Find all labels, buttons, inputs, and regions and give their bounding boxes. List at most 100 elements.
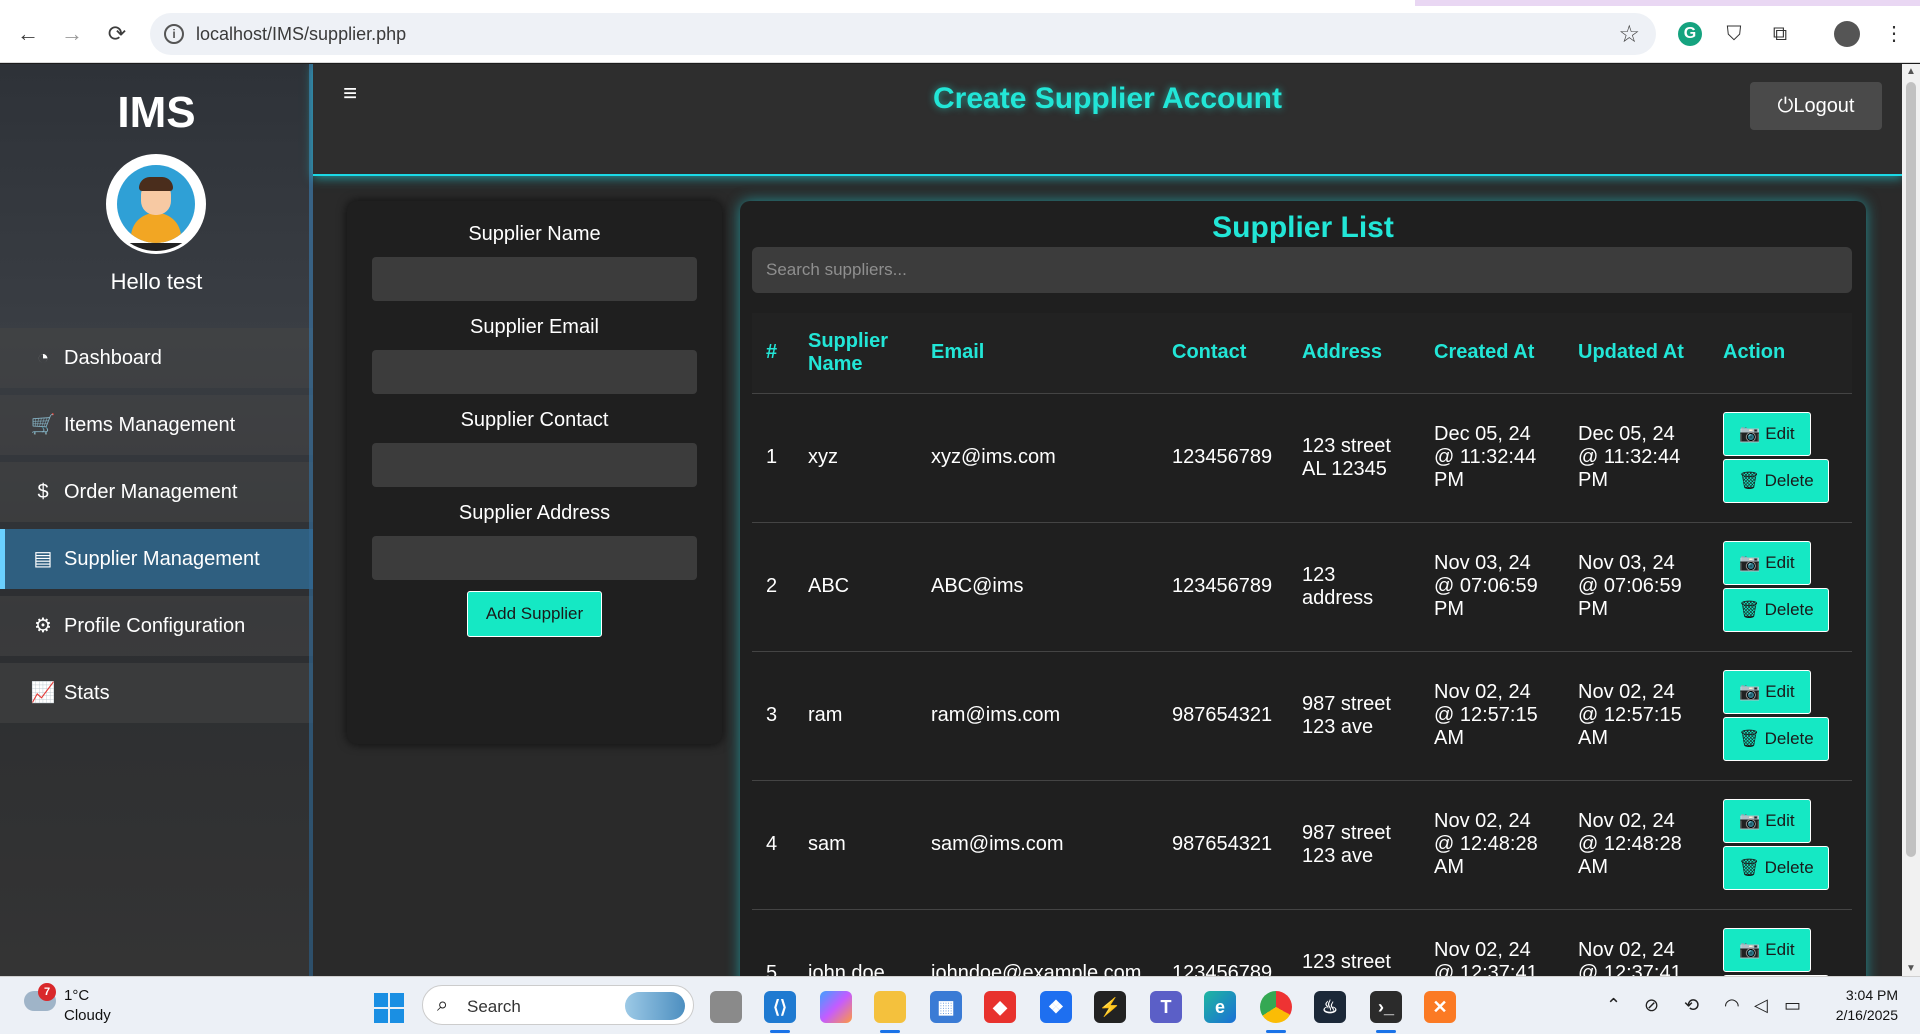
taskbar-search-label: Search — [467, 997, 521, 1016]
supplier-list-card: Supplier List # Supplier Name Email Cont… — [740, 201, 1866, 976]
delete-button[interactable]: 🗑 Delete — [1723, 846, 1829, 890]
supplier-address-input[interactable] — [372, 536, 697, 580]
wifi-icon[interactable]: ◠ — [1724, 995, 1740, 1016]
file-explorer-icon[interactable] — [874, 991, 906, 1033]
git-icon[interactable]: ◆ — [984, 991, 1016, 1023]
edit-button[interactable]: 📷 Edit — [1723, 928, 1811, 972]
battery-icon[interactable]: ▭ — [1784, 995, 1801, 1016]
brand-title: IMS — [117, 88, 196, 137]
sidebar-item-items-management[interactable]: 🛒 Items Management — [0, 395, 313, 455]
supplier-email-label: Supplier Email — [470, 316, 599, 338]
scroll-up-arrow-icon[interactable]: ▲ — [1905, 66, 1917, 77]
contact-cell: 987654321 — [1158, 780, 1288, 910]
browser-menu-icon[interactable]: ⋮ — [1880, 20, 1908, 48]
network-off-icon[interactable]: ⊘ — [1644, 995, 1659, 1016]
sidebar-item-dashboard[interactable]: ◔ Dashboard — [0, 328, 313, 388]
reload-icon[interactable]: ⟳ — [105, 22, 129, 46]
delete-button[interactable]: 🗑 Delete — [1723, 717, 1829, 761]
edit-button[interactable]: 📷 Edit — [1723, 541, 1811, 585]
add-supplier-button[interactable]: Add Supplier — [467, 591, 602, 637]
created-at-cell: Nov 02, 24 @ 12:48:28 AM — [1420, 780, 1564, 910]
volume-icon[interactable]: ◁ — [1754, 995, 1768, 1016]
action-cell: 📷 Edit 🗑 Delete — [1709, 393, 1852, 523]
teams-icon[interactable]: T — [1150, 991, 1182, 1023]
sidebar-item-order-management[interactable]: $ Order Management — [0, 462, 313, 522]
page-content: IMS Hello test ◔ Dashboard 🛒 Items Managem… — [0, 64, 1902, 976]
sync-icon[interactable]: ⟲ — [1684, 995, 1699, 1016]
terminal-icon[interactable]: ›_ — [1370, 991, 1402, 1033]
sidebar-item-label: Supplier Management — [64, 548, 260, 570]
logout-button[interactable]: ⏻Logout — [1750, 82, 1882, 130]
page-scrollbar[interactable]: ▲ ▼ — [1902, 64, 1920, 976]
steam-icon[interactable]: ♨ — [1314, 991, 1346, 1023]
sidebar-item-stats[interactable]: 📈 Stats — [0, 663, 313, 723]
edit-button[interactable]: 📷 Edit — [1723, 670, 1811, 714]
gear-icon: ⚙ — [34, 615, 52, 637]
email-cell: ram@ims.com — [917, 651, 1158, 781]
table-header-row: # Supplier Name Email Contact Address Cr… — [752, 313, 1852, 394]
contact-cell: 987654321 — [1158, 651, 1288, 781]
delete-button[interactable]: 🗑 Delete — [1723, 459, 1829, 503]
table-row: 4 sam sam@ims.com 987654321 987 street 1… — [752, 780, 1852, 910]
supplier-list-title: Supplier List — [1212, 211, 1394, 244]
taskbar-search[interactable]: ⌕ Search — [422, 985, 694, 1025]
show-hidden-icons-chevron-icon[interactable]: ⌃ — [1606, 995, 1621, 1016]
delete-button[interactable]: 🗑 Delete — [1723, 588, 1829, 632]
address-bar[interactable]: i localhost/IMS/supplier.php ☆ — [150, 13, 1656, 55]
weather-badge: 7 — [38, 983, 56, 1001]
grammarly-extension-icon[interactable]: G — [1678, 22, 1702, 46]
search-input[interactable] — [752, 247, 1852, 293]
xampp-icon[interactable]: ✕ — [1424, 991, 1456, 1023]
created-at-cell: Nov 03, 24 @ 07:06:59 PM — [1420, 522, 1564, 652]
edit-button[interactable]: 📷 Edit — [1723, 799, 1811, 843]
updated-at-cell: Nov 02, 24 @ 12:48:28 AM — [1564, 780, 1709, 910]
table-row: 3 ram ram@ims.com 987654321 987 street 1… — [752, 651, 1852, 781]
forward-icon[interactable]: → — [60, 22, 84, 46]
contact-cell: 123456789 — [1158, 522, 1288, 652]
copilot-icon[interactable] — [820, 991, 852, 1023]
site-info-icon[interactable]: i — [164, 24, 184, 44]
back-icon[interactable]: ← — [16, 22, 40, 46]
supplier-name-cell: sam — [794, 780, 917, 910]
supplier-name-input[interactable] — [372, 257, 697, 301]
profile-avatar-icon[interactable] — [1834, 21, 1860, 47]
windows-start-icon[interactable] — [374, 993, 404, 1023]
supplier-name-cell: ABC — [794, 522, 917, 652]
address-cell: 987 street 123 ave — [1288, 780, 1420, 910]
microsoft-store-icon[interactable]: ▦ — [930, 991, 962, 1023]
search-icon: ⌕ — [437, 994, 449, 1016]
column-header: Address — [1288, 313, 1420, 394]
email-cell: ABC@ims — [917, 522, 1158, 652]
url-text[interactable]: localhost/IMS/supplier.php — [196, 24, 406, 45]
edge-icon[interactable]: e — [1204, 991, 1236, 1023]
bookmark-star-icon[interactable]: ☆ — [1618, 20, 1640, 49]
edit-button[interactable]: 📷 Edit — [1723, 412, 1811, 456]
page-header: ≡ Create Supplier Account ⏻Logout — [313, 64, 1902, 176]
column-header: Contact — [1158, 313, 1288, 394]
row-number: 2 — [752, 522, 794, 652]
scroll-down-arrow-icon[interactable]: ▼ — [1905, 963, 1917, 974]
chrome-icon[interactable] — [1260, 991, 1292, 1033]
clock-date: 2/16/2025 — [1835, 1007, 1898, 1023]
updated-at-cell: Dec 05, 24 @ 11:32:44 PM — [1564, 393, 1709, 523]
action-cell: 📷 Edit 🗑 Delete — [1709, 909, 1852, 976]
email-cell: johndoe@example.com — [917, 909, 1158, 976]
sidebar-item-supplier-management[interactable]: ▤ Supplier Management — [0, 529, 313, 589]
system-clock[interactable]: 3:04 PM 2/16/2025 — [1836, 985, 1898, 1025]
address-cell: 987 street 123 ave — [1288, 651, 1420, 781]
sidebar-item-label: Order Management — [64, 481, 238, 503]
supplier-contact-input[interactable] — [372, 443, 697, 487]
contact-cell: 123456789 — [1158, 909, 1288, 976]
shield-extension-icon[interactable]: ⛉ — [1720, 20, 1748, 48]
browser-toolbar: ← → ⟳ i localhost/IMS/supplier.php ☆ G ⛉… — [0, 6, 1920, 63]
row-number: 4 — [752, 780, 794, 910]
task-view-icon[interactable] — [710, 991, 742, 1023]
cursor-app-icon[interactable]: ⚡ — [1094, 991, 1126, 1023]
column-header: Created At — [1420, 313, 1564, 394]
scrollbar-thumb[interactable] — [1906, 82, 1916, 857]
dropbox-icon[interactable]: ❖ — [1040, 991, 1072, 1023]
vscode-icon[interactable]: ⟨⟩ — [764, 991, 796, 1033]
sidebar-item-profile-configuration[interactable]: ⚙ Profile Configuration — [0, 596, 313, 656]
extensions-puzzle-icon[interactable]: ⧉ — [1766, 20, 1794, 48]
supplier-email-input[interactable] — [372, 350, 697, 394]
